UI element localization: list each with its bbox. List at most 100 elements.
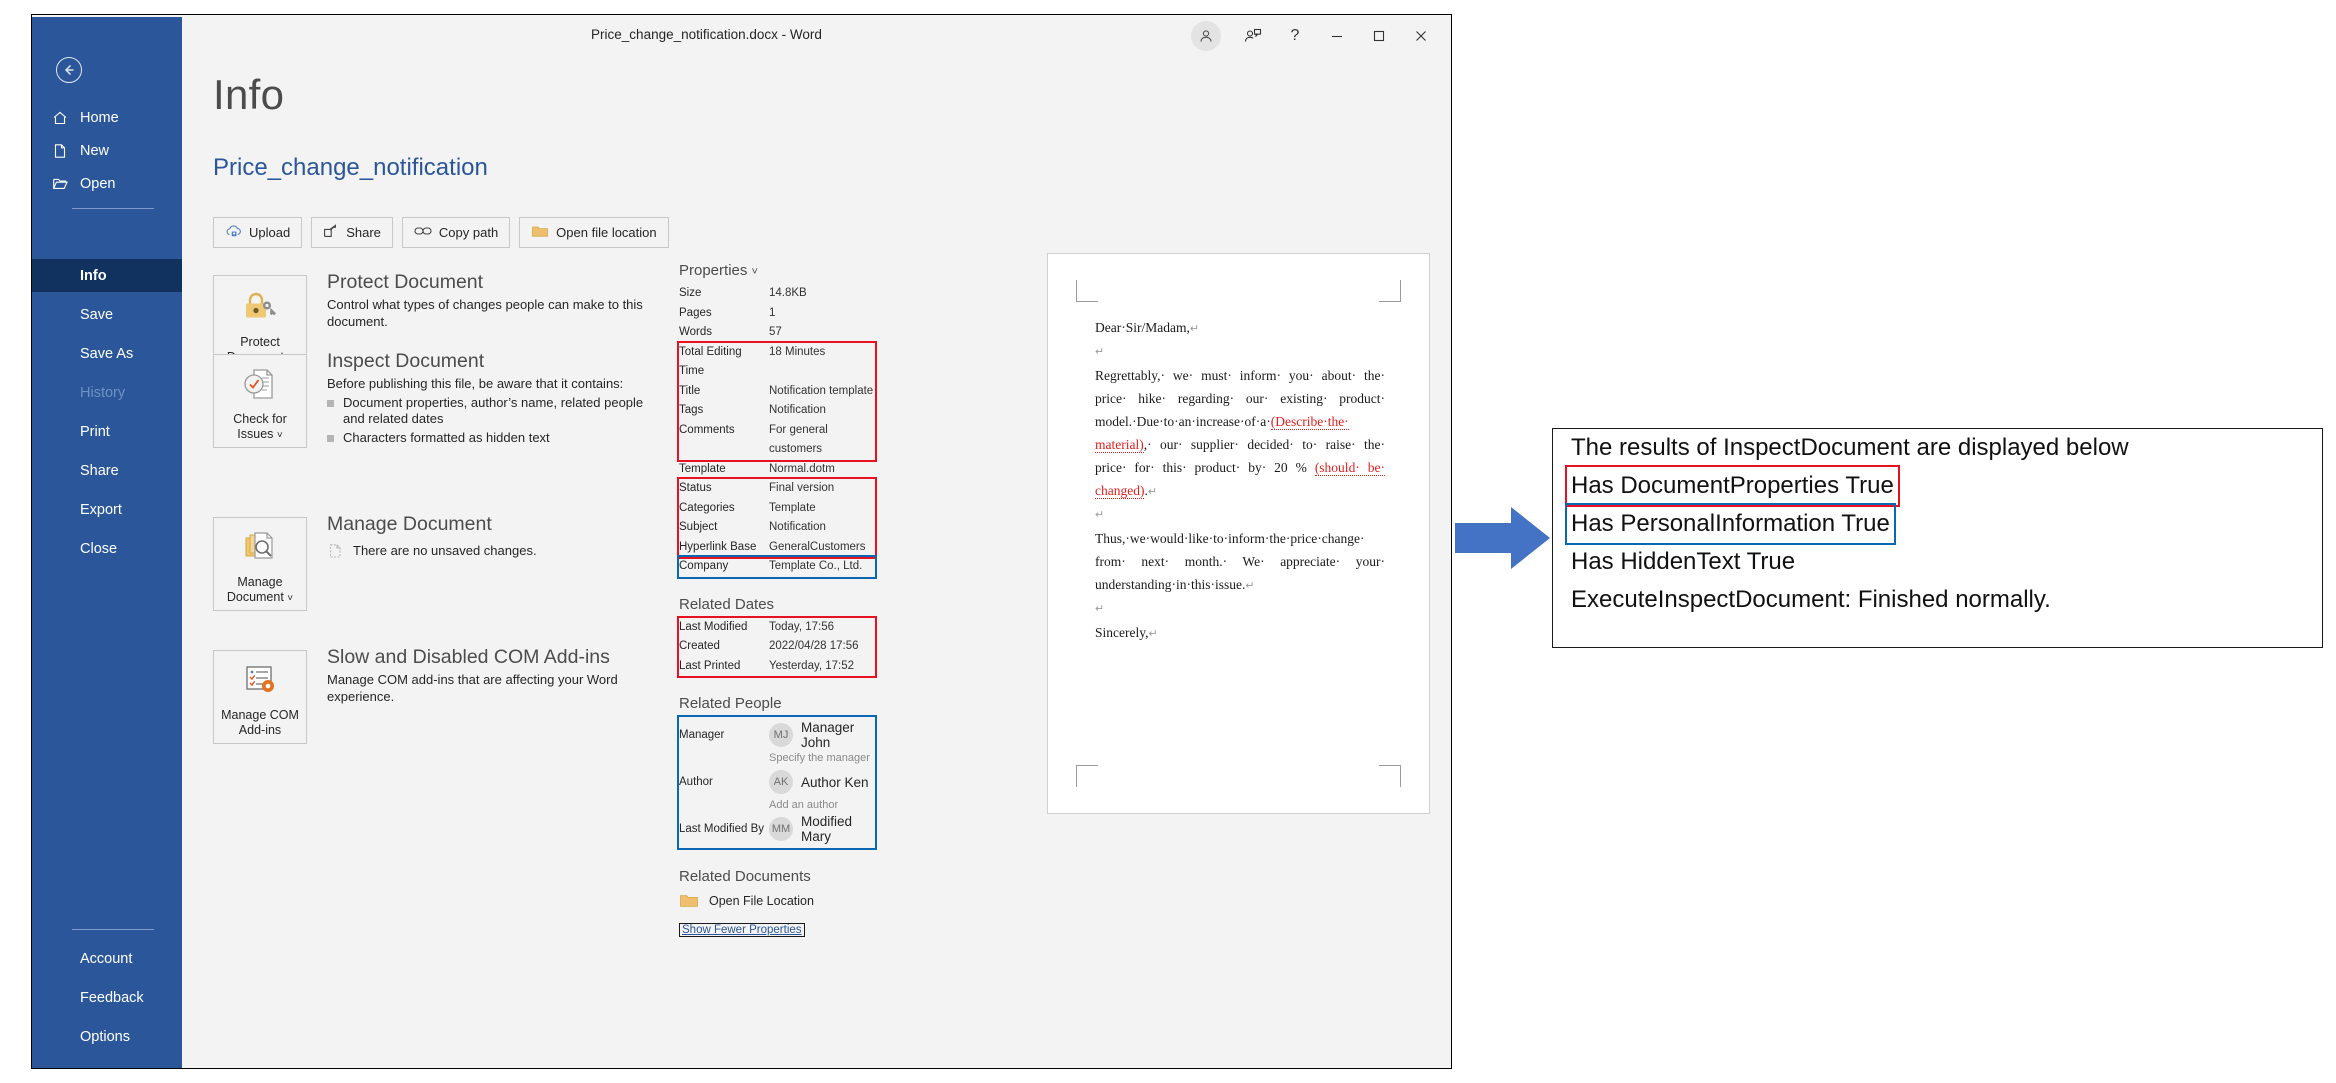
property-key: Size (679, 287, 702, 299)
sidebar-label: Save (80, 306, 114, 323)
sidebar-item-home[interactable]: Home (32, 101, 182, 134)
button-label: Copy path (438, 225, 499, 240)
sidebar-label: New (80, 142, 110, 159)
open-folder-icon (52, 176, 74, 192)
tile-label: Manage COM Add-ins (221, 708, 299, 737)
help-icon[interactable]: ? (1275, 21, 1315, 51)
maximize-icon[interactable] (1359, 21, 1399, 51)
cloud-upload-icon (225, 224, 242, 241)
property-value[interactable]: GeneralCustomers (769, 538, 866, 558)
sidebar-item-new[interactable]: New (32, 134, 182, 167)
new-document-icon (52, 143, 74, 159)
tile-label: Check for Issues ˅ (233, 412, 287, 441)
highlight-box-company: Company Template Co., Ltd. (677, 555, 877, 579)
author-hint[interactable]: Add an author (769, 797, 875, 814)
doc-paragraph-2: Thus,·we·would·like·to·inform·the·price·… (1095, 527, 1385, 598)
person-name[interactable]: Author Ken (801, 775, 869, 790)
flow-arrow (1455, 505, 1551, 571)
doc-blank-line: ↵ (1095, 346, 1105, 358)
account-icon[interactable] (1191, 21, 1221, 51)
section-heading: Manage Document (327, 513, 492, 535)
section-bullet: Characters formatted as hidden text (327, 430, 657, 447)
folder-icon (679, 893, 699, 909)
property-value[interactable]: 57 (769, 323, 782, 343)
sidebar-item-share[interactable]: Share (32, 454, 182, 487)
sidebar-item-print[interactable]: Print (32, 415, 182, 448)
copy-path-button[interactable]: Copy path (401, 217, 511, 248)
property-value[interactable]: Template Co., Ltd. (769, 557, 862, 577)
sidebar-item-save-as[interactable]: Save As (32, 337, 182, 370)
property-key: Subject (679, 521, 718, 533)
result-line-wrapper: Has DocumentProperties True (1553, 465, 2322, 507)
bullet-square-icon (327, 434, 334, 442)
sidebar-item-save[interactable]: Save (32, 298, 182, 331)
highlight-box-related-dates: Last Modified Today, 17:56 Created 2022/04… (677, 615, 877, 678)
back-arrow-button[interactable] (56, 57, 82, 83)
sidebar-item-info[interactable]: Info (32, 259, 182, 292)
sidebar-item-close[interactable]: Close (32, 532, 182, 565)
section-description: Control what types of changes people can… (327, 297, 643, 329)
command-button-row: Upload Share Copy path Open file locatio… (213, 217, 669, 248)
minimize-icon[interactable] (1317, 21, 1357, 51)
home-icon (52, 110, 74, 126)
share-user-icon[interactable] (1233, 21, 1273, 51)
property-value[interactable]: Notification (769, 401, 826, 421)
property-value[interactable]: Notification template (769, 382, 873, 402)
sidebar-item-export[interactable]: Export (32, 493, 182, 526)
section-body: Manage Document There are no unsaved cha… (327, 513, 657, 564)
property-value[interactable]: Final version (769, 479, 834, 499)
property-value[interactable]: For general customers (769, 421, 875, 460)
chevron-down-icon[interactable]: ˅ (752, 266, 758, 278)
section-heading: Protect Document (327, 271, 484, 293)
person-row-author: Author AK Author Ken (679, 767, 875, 797)
title-bar: Price_change_notification.docx - Word ? (182, 17, 1451, 55)
property-value[interactable]: Notification (769, 518, 826, 538)
crop-mark-top-left (1076, 280, 1098, 302)
close-icon[interactable] (1401, 21, 1441, 51)
date-key: Created (679, 640, 720, 652)
show-fewer-properties-link[interactable]: Show Fewer Properties (679, 923, 805, 937)
person-name[interactable]: Manager John (801, 720, 875, 750)
property-row-comments: Comments For general customers (679, 421, 875, 460)
sidebar-label: Options (80, 1028, 130, 1045)
manage-com-addins-tile[interactable]: Manage COM Add-ins (213, 650, 307, 744)
sidebar-item-options[interactable]: Options (32, 1020, 182, 1053)
manage-document-tile[interactable]: Manage Document ˅ (213, 517, 307, 611)
property-value[interactable]: 1 (769, 304, 775, 324)
sidebar-item-feedback[interactable]: Feedback (32, 981, 182, 1014)
check-for-issues-tile[interactable]: Check for Issues ˅ (213, 354, 307, 448)
related-documents-heading: Related Documents (679, 868, 811, 885)
properties-heading[interactable]: Properties ˅ (679, 262, 875, 279)
open-file-location-button[interactable]: Open file location (519, 217, 669, 248)
section-heading: Slow and Disabled COM Add-ins (327, 646, 610, 668)
open-file-location-link[interactable]: Open File Location (679, 893, 875, 909)
manager-hint[interactable]: Specify the manager (769, 750, 875, 767)
property-value[interactable]: 14.8KB (769, 284, 807, 304)
person-name[interactable]: Modified Mary (801, 814, 875, 844)
sidebar-item-account[interactable]: Account (32, 942, 182, 975)
result-line-wrapper: The results of InspectDocument are displ… (1553, 429, 2322, 467)
avatar: MM (769, 817, 793, 841)
link-label: Open File Location (709, 894, 814, 908)
sidebar-item-open[interactable]: Open (32, 167, 182, 200)
property-key: Company (679, 560, 729, 572)
crop-mark-bottom-right (1379, 765, 1401, 787)
highlight-box-status-group: Status Final version Categories Template S… (677, 477, 877, 559)
result-line-intro: The results of InspectDocument are displ… (1571, 434, 2129, 461)
sidebar-label: Print (80, 423, 110, 440)
property-value[interactable]: 18 Minutes (769, 343, 825, 382)
avatar: AK (769, 770, 793, 794)
properties-heading-text: Properties (679, 262, 748, 279)
property-value[interactable]: Normal.dotm (769, 460, 835, 480)
date-row-created: Created 2022/04/28 17:56 (679, 637, 875, 657)
sidebar-label: Save As (80, 345, 134, 362)
property-key: Categories (679, 501, 735, 514)
upload-button[interactable]: Upload (213, 217, 303, 248)
date-row-last-modified: Last Modified Today, 17:56 (679, 618, 875, 638)
doc-blank-line: ↵ (1095, 509, 1105, 521)
person-key: Author (679, 776, 713, 788)
closing-text: Sincerely, (1095, 625, 1149, 640)
property-value[interactable]: Template (769, 499, 816, 519)
person-key: Last Modified By (679, 823, 765, 835)
share-button[interactable]: Share (311, 217, 393, 248)
